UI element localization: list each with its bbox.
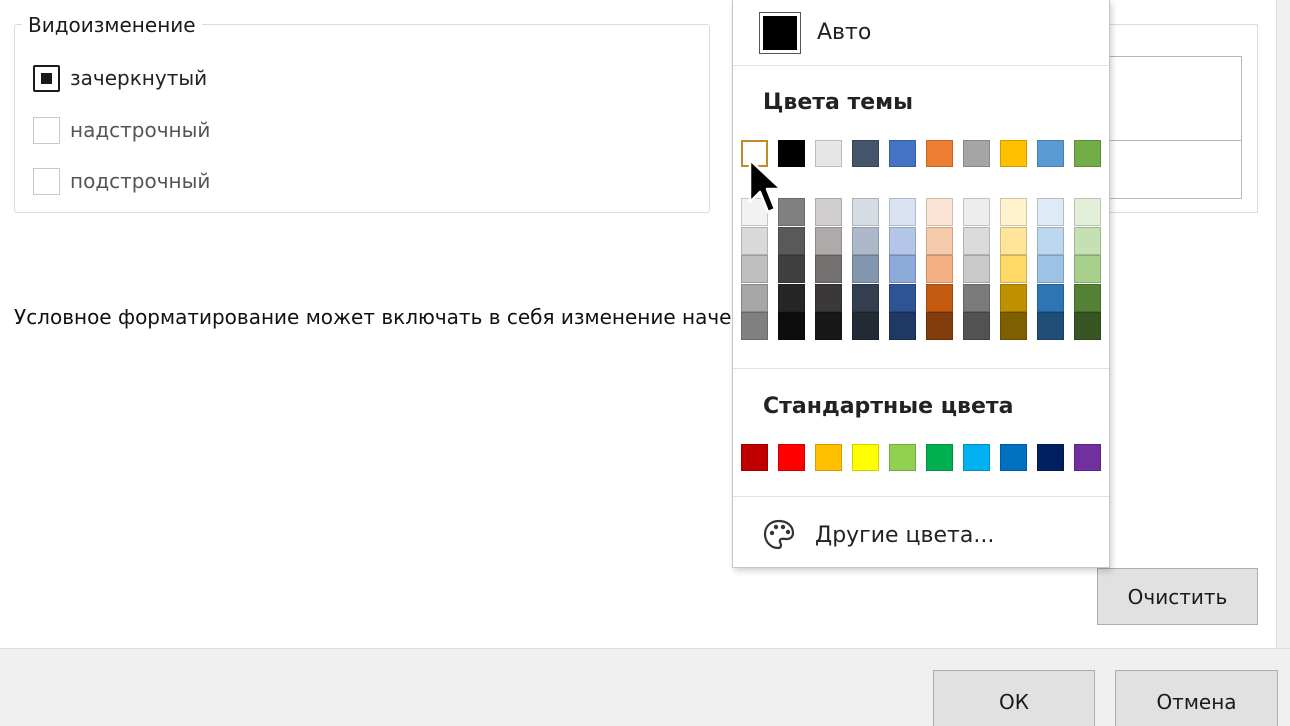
theme-shade-swatch[interactable]	[1000, 255, 1027, 284]
theme-shade-swatch[interactable]	[963, 198, 990, 226]
strikethrough-label: зачеркнутый	[70, 66, 208, 90]
standard-color-swatch[interactable]	[815, 444, 842, 471]
standard-color-swatch[interactable]	[852, 444, 879, 471]
theme-shade-swatch[interactable]	[926, 226, 953, 255]
standard-colors-title: Стандартные цвета	[763, 394, 1014, 419]
theme-shade-swatch[interactable]	[963, 226, 990, 255]
theme-shade-swatch[interactable]	[963, 312, 990, 341]
theme-shade-swatch[interactable]	[889, 283, 916, 312]
superscript-checkbox[interactable]	[33, 116, 60, 144]
theme-shade-swatch[interactable]	[1037, 226, 1064, 255]
standard-color-swatch[interactable]	[741, 444, 768, 471]
conditional-format-note: Условное форматирование может включать в…	[14, 305, 732, 329]
theme-shade-swatch[interactable]	[926, 312, 953, 341]
theme-shade-swatch[interactable]	[889, 198, 916, 226]
theme-shade-swatch[interactable]	[889, 255, 916, 284]
color-palette-dropdown: Авто Цвета темы Стандартные цвета Другие…	[732, 0, 1110, 568]
theme-shades-grid	[741, 198, 1109, 341]
preview-divider	[1108, 140, 1241, 141]
theme-color-swatch[interactable]	[1074, 140, 1101, 167]
standard-color-swatch[interactable]	[778, 444, 805, 471]
theme-shade-swatch[interactable]	[852, 226, 879, 255]
effects-legend: Видоизменение	[22, 13, 202, 37]
theme-shade-swatch[interactable]	[1037, 283, 1064, 312]
palette-icon	[763, 519, 795, 550]
theme-shade-swatch[interactable]	[1074, 255, 1101, 284]
mouse-pointer-icon	[748, 158, 783, 214]
strikethrough-checkbox[interactable]	[33, 64, 60, 92]
theme-shade-swatch[interactable]	[815, 226, 842, 255]
theme-shade-swatch[interactable]	[741, 255, 768, 284]
superscript-label: надстрочный	[70, 118, 211, 142]
preview-box	[1108, 56, 1242, 199]
auto-color-option[interactable]: Авто	[733, 0, 1109, 66]
theme-color-swatch[interactable]	[815, 140, 842, 167]
superscript-option[interactable]: надстрочный	[33, 115, 210, 145]
theme-color-swatch[interactable]	[963, 140, 990, 167]
theme-shade-swatch[interactable]	[1037, 312, 1064, 341]
ok-button[interactable]: ОК	[933, 670, 1095, 726]
subscript-checkbox[interactable]	[33, 167, 60, 195]
strikethrough-option[interactable]: зачеркнутый	[33, 63, 207, 93]
theme-shade-swatch[interactable]	[1037, 198, 1064, 226]
theme-shade-swatch[interactable]	[778, 226, 805, 255]
theme-shade-swatch[interactable]	[778, 255, 805, 284]
theme-shade-swatch[interactable]	[815, 312, 842, 341]
theme-shade-swatch[interactable]	[926, 255, 953, 284]
theme-shade-swatch[interactable]	[1037, 255, 1064, 284]
theme-shade-swatch[interactable]	[926, 198, 953, 226]
theme-shade-swatch[interactable]	[1000, 283, 1027, 312]
subscript-option[interactable]: подстрочный	[33, 166, 210, 196]
standard-color-swatch[interactable]	[926, 444, 953, 471]
theme-shade-swatch[interactable]	[1074, 226, 1101, 255]
theme-shade-swatch[interactable]	[815, 255, 842, 284]
theme-shade-swatch[interactable]	[852, 255, 879, 284]
subscript-label: подстрочный	[70, 169, 211, 193]
theme-shade-swatch[interactable]	[1000, 226, 1027, 255]
theme-shade-swatch[interactable]	[741, 283, 768, 312]
dialog-footer	[0, 648, 1290, 726]
theme-color-swatch[interactable]	[926, 140, 953, 167]
theme-shade-swatch[interactable]	[815, 283, 842, 312]
auto-color-swatch	[759, 11, 801, 54]
theme-shade-swatch[interactable]	[1074, 198, 1101, 226]
palette-divider	[733, 368, 1109, 369]
standard-colors-row	[741, 444, 1109, 471]
theme-shade-swatch[interactable]	[889, 312, 916, 341]
theme-shade-swatch[interactable]	[963, 283, 990, 312]
theme-shade-swatch[interactable]	[1000, 312, 1027, 341]
theme-shade-swatch[interactable]	[741, 312, 768, 341]
auto-color-label: Авто	[817, 20, 872, 45]
palette-divider	[733, 496, 1109, 497]
theme-shade-swatch[interactable]	[852, 198, 879, 226]
theme-color-swatch[interactable]	[852, 140, 879, 167]
theme-shade-swatch[interactable]	[889, 226, 916, 255]
standard-color-swatch[interactable]	[963, 444, 990, 471]
theme-shade-swatch[interactable]	[926, 283, 953, 312]
theme-shade-swatch[interactable]	[1074, 283, 1101, 312]
standard-color-swatch[interactable]	[1074, 444, 1101, 471]
standard-color-swatch[interactable]	[889, 444, 916, 471]
theme-shade-swatch[interactable]	[852, 283, 879, 312]
more-colors-option[interactable]: Другие цвета...	[733, 508, 1109, 562]
theme-color-swatch[interactable]	[889, 140, 916, 167]
theme-colors-row	[741, 140, 1109, 167]
cancel-button[interactable]: Отмена	[1115, 670, 1278, 726]
theme-shade-swatch[interactable]	[778, 283, 805, 312]
standard-color-swatch[interactable]	[1000, 444, 1027, 471]
theme-color-swatch[interactable]	[1037, 140, 1064, 167]
theme-shade-swatch[interactable]	[1074, 312, 1101, 341]
clear-button[interactable]: Очистить	[1097, 568, 1258, 625]
theme-shade-swatch[interactable]	[778, 312, 805, 341]
theme-shade-swatch[interactable]	[815, 198, 842, 226]
theme-shade-swatch[interactable]	[852, 312, 879, 341]
theme-shade-swatch[interactable]	[1000, 198, 1027, 226]
theme-shade-swatch[interactable]	[963, 255, 990, 284]
standard-color-swatch[interactable]	[1037, 444, 1064, 471]
dialog-right-edge	[1276, 0, 1290, 648]
more-colors-label: Другие цвета...	[815, 522, 995, 548]
theme-shade-swatch[interactable]	[741, 226, 768, 255]
theme-colors-title: Цвета темы	[763, 90, 914, 115]
theme-color-swatch[interactable]	[1000, 140, 1027, 167]
